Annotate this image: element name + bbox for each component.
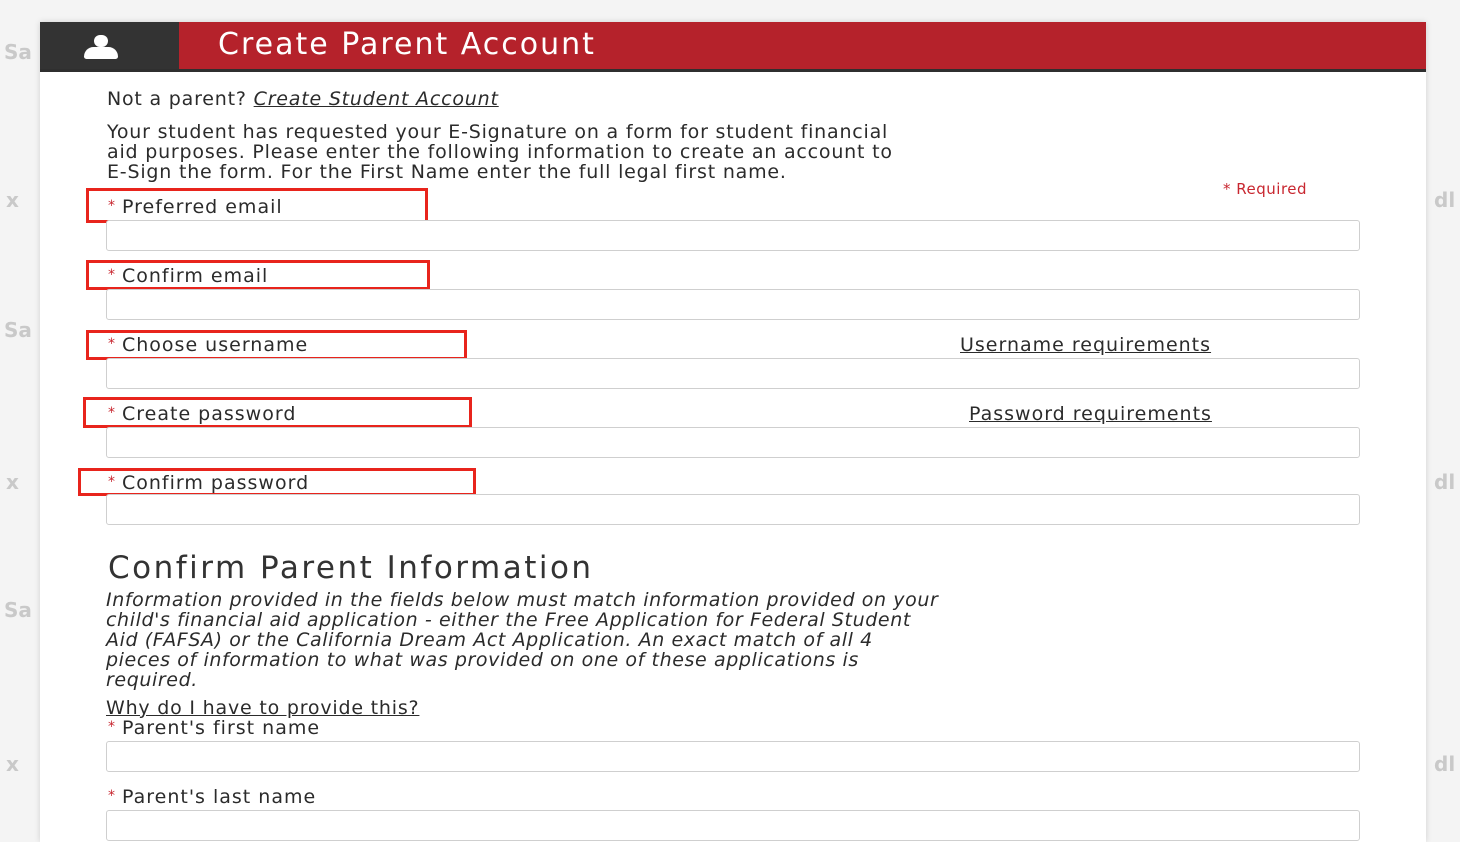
password-requirements-link[interactable]: Password requirements bbox=[969, 403, 1212, 425]
why-provide-link[interactable]: Why do I have to provide this? bbox=[106, 697, 419, 719]
choose-username-label: * Choose username bbox=[108, 334, 308, 356]
create-student-account-link[interactable]: Create Student Account bbox=[254, 88, 499, 110]
parent-first-name-label: * Parent's first name bbox=[108, 717, 320, 739]
preferred-email-label: * Preferred email bbox=[108, 196, 283, 218]
required-marker: * bbox=[108, 719, 116, 735]
background-watermark: x bbox=[6, 188, 19, 212]
intro-line: aid purposes. Please enter the following… bbox=[107, 141, 893, 163]
background-watermark: Sa bbox=[4, 40, 32, 64]
required-marker: * bbox=[108, 198, 116, 214]
panel-header: Create Parent Account bbox=[40, 22, 1426, 72]
create-parent-account-panel: Create Parent Account Not a parent? Crea… bbox=[40, 22, 1426, 842]
parent-last-name-label: * Parent's last name bbox=[108, 786, 316, 808]
required-marker: * bbox=[108, 267, 116, 283]
confirm-email-label: * Confirm email bbox=[108, 265, 268, 287]
info-line: child's financial aid application - eith… bbox=[106, 609, 911, 631]
background-watermark: Sa bbox=[4, 598, 32, 622]
background-watermark: dl bbox=[1434, 470, 1456, 494]
username-input[interactable] bbox=[106, 358, 1360, 389]
confirm-email-input[interactable] bbox=[106, 289, 1360, 320]
confirm-password-label: * Confirm password bbox=[108, 472, 309, 494]
intro-line: E-Sign the form. For the First Name ente… bbox=[107, 161, 787, 183]
username-requirements-link[interactable]: Username requirements bbox=[960, 334, 1211, 356]
confirm-email-label-text: Confirm email bbox=[122, 265, 269, 287]
background-watermark: dl bbox=[1434, 752, 1456, 776]
intro-paragraph: Your student has requested your E-Signat… bbox=[107, 122, 893, 182]
create-password-label-text: Create password bbox=[122, 403, 297, 425]
required-note: * Required bbox=[1223, 180, 1308, 198]
parent-last-name-input[interactable] bbox=[106, 810, 1360, 841]
user-icon bbox=[84, 35, 118, 59]
required-marker: * bbox=[108, 336, 116, 352]
choose-username-label-text: Choose username bbox=[122, 334, 309, 356]
intro-line: Your student has requested your E-Signat… bbox=[107, 121, 889, 143]
info-line: pieces of information to what was provid… bbox=[106, 649, 859, 671]
password-input[interactable] bbox=[106, 427, 1360, 458]
info-line: Aid (FAFSA) or the California Dream Act … bbox=[106, 629, 873, 651]
confirm-password-label-text: Confirm password bbox=[122, 472, 310, 494]
parent-last-name-label-text: Parent's last name bbox=[122, 786, 317, 808]
parent-first-name-input[interactable] bbox=[106, 741, 1360, 772]
info-line: Information provided in the fields below… bbox=[106, 589, 939, 611]
info-line: required. bbox=[106, 669, 198, 691]
required-marker: * bbox=[108, 405, 116, 421]
background-watermark: dl bbox=[1434, 188, 1456, 212]
required-marker: * bbox=[108, 474, 116, 490]
preferred-email-input[interactable] bbox=[106, 220, 1360, 251]
confirm-password-input[interactable] bbox=[106, 494, 1360, 525]
section-title: Confirm Parent Information bbox=[108, 550, 594, 586]
header-icon-box bbox=[40, 22, 179, 69]
background-watermark: x bbox=[6, 470, 19, 494]
not-parent-line: Not a parent? Create Student Account bbox=[107, 88, 499, 110]
parent-info-paragraph: Information provided in the fields below… bbox=[106, 590, 1376, 690]
not-parent-text: Not a parent? bbox=[107, 88, 247, 110]
preferred-email-label-text: Preferred email bbox=[122, 196, 283, 218]
background-watermark: x bbox=[6, 752, 19, 776]
parent-first-name-label-text: Parent's first name bbox=[122, 717, 321, 739]
required-marker: * bbox=[108, 788, 116, 804]
page-title: Create Parent Account bbox=[218, 27, 596, 62]
create-password-label: * Create password bbox=[108, 403, 296, 425]
background-watermark: Sa bbox=[4, 318, 32, 342]
